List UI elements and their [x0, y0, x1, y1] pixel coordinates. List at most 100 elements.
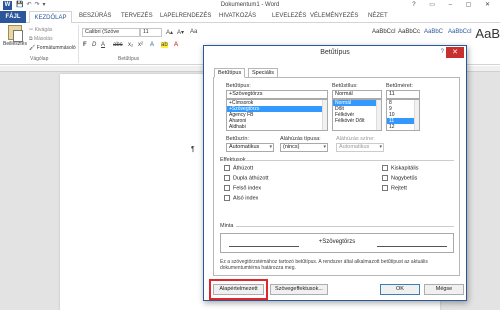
- preview-box: +Szövegtörzs: [220, 233, 454, 253]
- superscript-checkbox[interactable]: Felső index: [224, 185, 261, 192]
- font-group-label: Betűtípus: [118, 56, 140, 62]
- size-list-scrollbar[interactable]: [414, 100, 419, 130]
- underline-dropdown[interactable]: (nincs) ▾: [280, 143, 328, 152]
- double-strikethrough-checkbox[interactable]: Dupla áthúzott: [224, 175, 268, 182]
- tab-view[interactable]: NÉZET: [368, 13, 388, 19]
- ribbon-tabs: FÁJL KEZDŐLAP BESZÚRÁS TERVEZÉS LAPELREN…: [0, 11, 500, 23]
- hidden-checkbox[interactable]: Rejtett: [382, 185, 407, 192]
- font-tab-panel: Betűtípus: +Szövegtörzs +Címsorok +Szöve…: [213, 77, 460, 276]
- font-name-combo[interactable]: Calibri (Szöve: [82, 28, 140, 37]
- format-painter-label: Formátummásoló: [36, 45, 76, 51]
- checkbox-box: [224, 165, 230, 171]
- window-controls[interactable]: ? ▭ – ▢ ✕: [412, 1, 496, 8]
- checkbox-box: [382, 175, 388, 181]
- checkbox-box: [382, 185, 388, 191]
- font-list[interactable]: +Címsorok +Szövegtörzs Agency FB Aharoni…: [226, 99, 328, 131]
- small-caps-checkbox[interactable]: Kiskapitális: [382, 165, 419, 172]
- ok-button[interactable]: OK: [380, 284, 420, 295]
- style-normal[interactable]: AaBbCcI: [372, 29, 396, 35]
- checkbox-label: Nagybetűs: [391, 175, 418, 182]
- cut-button[interactable]: ✂ Kivágás: [29, 27, 52, 33]
- clipboard-icon: [8, 25, 23, 42]
- strikethrough-icon[interactable]: abc: [113, 42, 123, 48]
- tab-mailings[interactable]: LEVELEZÉS: [272, 13, 306, 19]
- size-list[interactable]: 8 9 10 11 12: [386, 99, 420, 131]
- bold-icon[interactable]: F: [83, 42, 87, 48]
- tab-file[interactable]: FÁJL: [0, 11, 26, 23]
- tab-layout[interactable]: LAPELRENDEZÉS: [160, 13, 211, 19]
- style-list[interactable]: Normál Dőlt Félkövér Félkövér Dőlt: [332, 99, 382, 131]
- subscript-icon[interactable]: x₂: [128, 42, 133, 48]
- size-label: Betűméret:: [386, 83, 413, 89]
- tab-insert[interactable]: BESZÚRÁS: [79, 13, 111, 19]
- preview-baseline-left: [229, 246, 299, 247]
- checkbox-box: [224, 185, 230, 191]
- checkbox-label: Felső index: [233, 185, 262, 192]
- font-color-icon[interactable]: A: [174, 42, 178, 48]
- copy-button[interactable]: ⧉ Másolás: [29, 36, 53, 42]
- shrink-font-icon[interactable]: A▾: [177, 29, 184, 36]
- text-effects-icon[interactable]: A: [150, 42, 154, 48]
- style-title[interactable]: AaB: [475, 26, 500, 41]
- checkbox-box: [224, 175, 230, 181]
- checkbox-label: Dupla áthúzott: [233, 175, 269, 182]
- style-label: Betűstílus:: [332, 83, 358, 89]
- preview-text: +Szövegtörzs: [318, 239, 356, 245]
- font-list-scrollbar[interactable]: [322, 100, 327, 130]
- style-no-spacing[interactable]: AaBbCc: [398, 29, 420, 35]
- style-heading-1[interactable]: AaBbC: [424, 29, 443, 35]
- subscript-checkbox[interactable]: Alsó index: [224, 195, 258, 202]
- font-dialog: Betűtípus ? ✕ Betűtípus Speciális Betűtí…: [203, 45, 467, 301]
- style-heading-2[interactable]: AaBbCcI: [448, 29, 472, 35]
- style-input[interactable]: Normál: [332, 90, 382, 99]
- chevron-down-icon: ▾: [379, 144, 382, 150]
- underline-icon[interactable]: A: [101, 42, 105, 48]
- preview-divider: [236, 226, 454, 227]
- highlight-icon[interactable]: ab: [161, 42, 168, 48]
- copy-label: Másolás: [33, 36, 53, 42]
- checkbox-label: Kiskapitális: [391, 165, 419, 172]
- change-case-icon[interactable]: Aa: [190, 29, 197, 35]
- tab-home[interactable]: KEZDŐLAP: [29, 11, 72, 23]
- underline-color-dropdown: Automatikus ▾: [336, 143, 384, 152]
- text-effects-button[interactable]: Szövegeffektusok...: [270, 284, 328, 295]
- chevron-down-icon: ▾: [269, 144, 272, 150]
- close-button[interactable]: ✕: [446, 47, 464, 58]
- checkbox-label: Alsó index: [233, 195, 259, 202]
- clipboard-group-label: Vágólap: [30, 56, 49, 62]
- superscript-icon[interactable]: x²: [138, 42, 143, 48]
- list-item[interactable]: Aldhabi: [227, 124, 327, 130]
- italic-icon[interactable]: D: [92, 42, 96, 48]
- underline-label: Aláhúzás típusa:: [280, 136, 321, 142]
- ribbon-separator: [78, 25, 79, 63]
- help-icon[interactable]: ?: [441, 49, 444, 55]
- brush-icon: 🖌: [29, 45, 37, 51]
- tab-references[interactable]: HIVATKOZÁS: [219, 13, 256, 19]
- effects-label: Effektusok: [220, 157, 246, 163]
- checkbox-box: [224, 195, 230, 201]
- font-color-dropdown[interactable]: Automatikus ▾: [226, 143, 274, 152]
- style-list-scrollbar[interactable]: [376, 100, 381, 130]
- font-input[interactable]: +Szövegtörzs: [226, 90, 328, 99]
- dialog-title: Betűtípus: [320, 49, 350, 56]
- highlight-annotation: [209, 279, 268, 300]
- size-input[interactable]: 11: [386, 90, 420, 99]
- font-description: Ez a szövegtörzstémához tartozó betűtípu…: [220, 259, 428, 271]
- strikethrough-checkbox[interactable]: Áthúzott: [224, 165, 253, 172]
- underline-value: (nincs): [283, 144, 300, 150]
- font-size-combo[interactable]: 11: [140, 28, 162, 37]
- cut-label: Kivágás: [34, 27, 53, 33]
- preview-baseline-right: [377, 246, 447, 247]
- grow-font-icon[interactable]: A▴: [166, 29, 173, 36]
- all-caps-checkbox[interactable]: Nagybetűs: [382, 175, 417, 182]
- tab-design[interactable]: TERVEZÉS: [121, 13, 153, 19]
- tab-font[interactable]: Betűtípus: [214, 68, 246, 78]
- preview-label: Minta: [220, 223, 234, 229]
- tab-review[interactable]: VÉLEMÉNYEZÉS: [310, 13, 358, 19]
- paste-button[interactable]: Beillesztés: [3, 25, 27, 55]
- font-color-label: Betűszín:: [226, 136, 249, 142]
- list-item[interactable]: Félkövér Dőlt: [333, 118, 381, 124]
- format-painter-button[interactable]: 🖌 Formátummásoló: [29, 45, 76, 51]
- cancel-button[interactable]: Mégse: [424, 284, 464, 295]
- checkbox-label: Áthúzott: [233, 165, 254, 172]
